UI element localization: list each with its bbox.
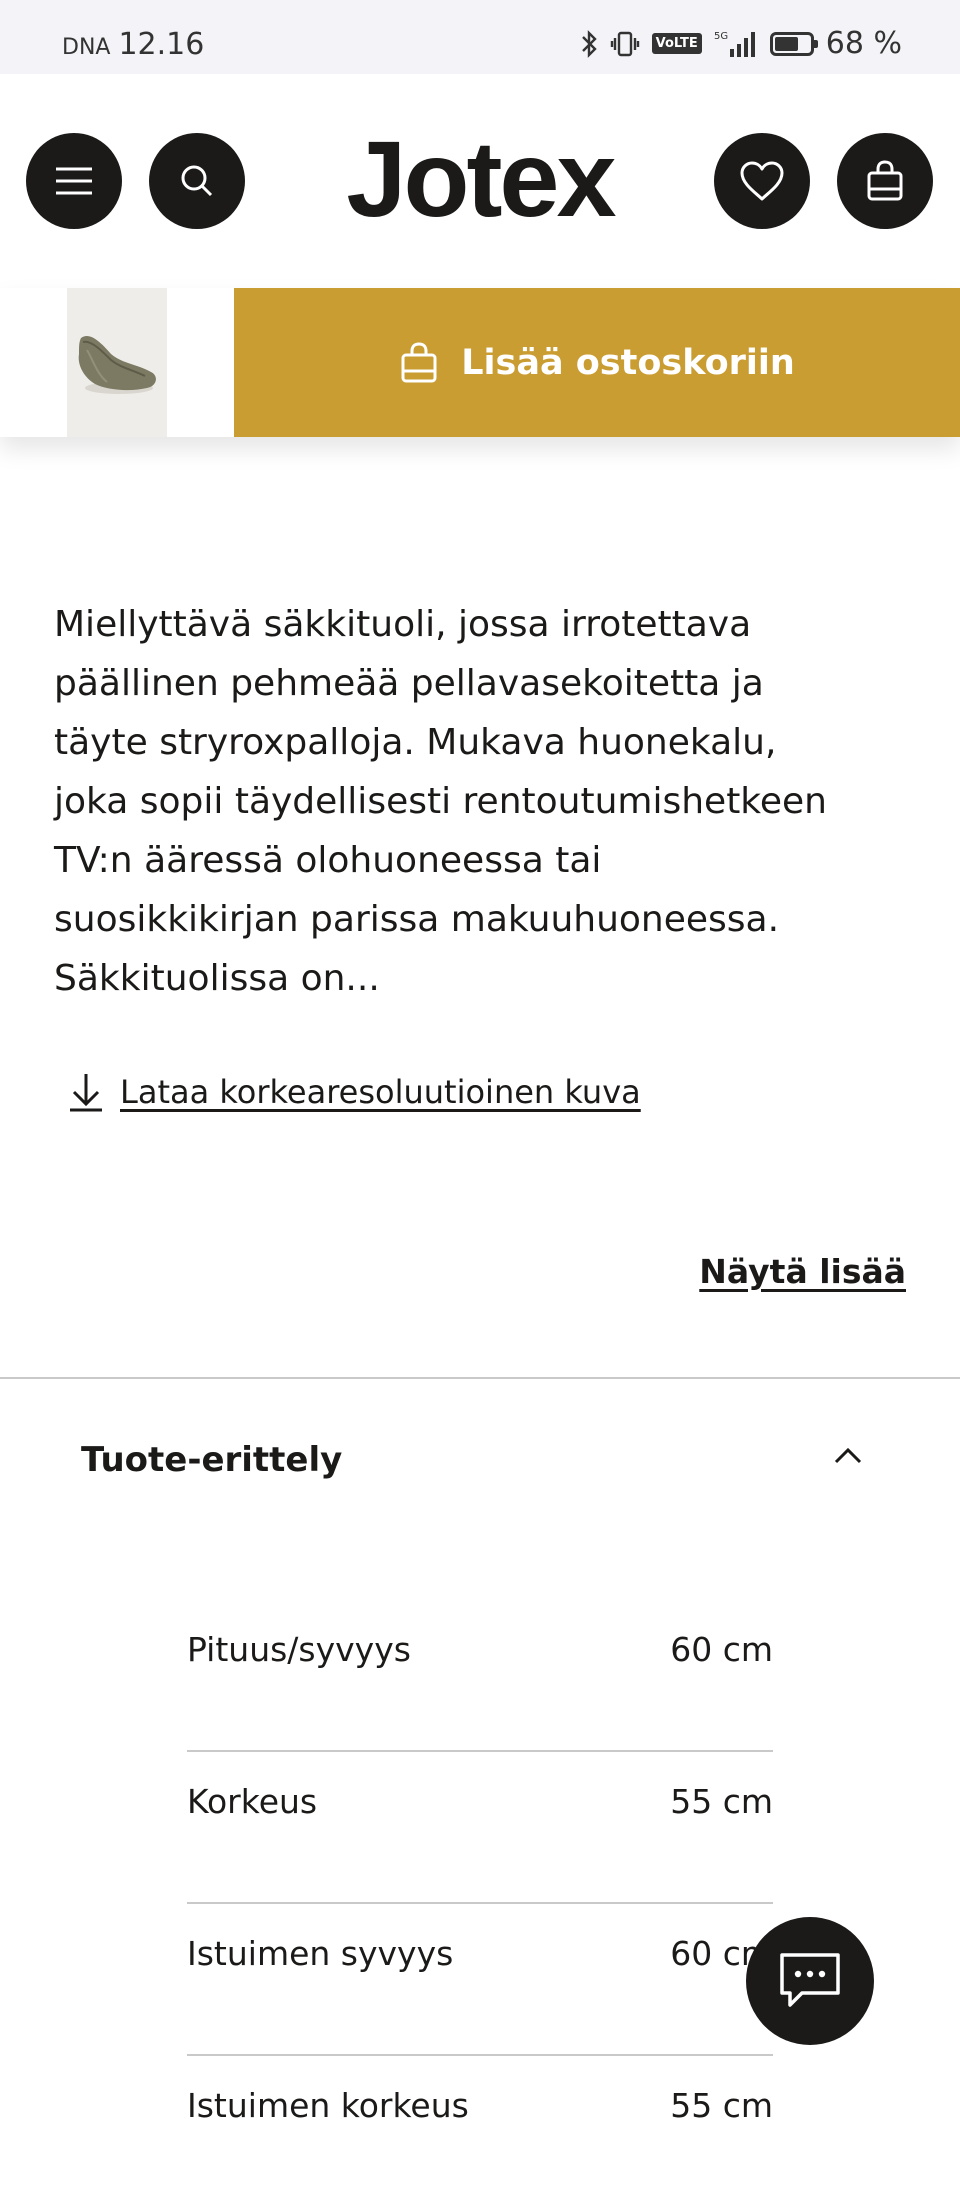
spec-value: 55 cm [670, 1782, 773, 1821]
status-left: DNA 12.16 [62, 27, 204, 62]
spec-row: Pituus/syvyys 60 cm [187, 1600, 773, 1752]
spec-label: Pituus/syvyys [187, 1630, 411, 1669]
spec-label: Istuimen korkeus [187, 2086, 469, 2125]
volte-icon: VoLTE [651, 33, 702, 54]
site-header: Jotex [0, 74, 960, 284]
battery-fill [774, 36, 798, 51]
spec-row: Istuimen syvyys 60 cm [187, 1904, 773, 2056]
show-more-link[interactable]: Näytä lisää [699, 1252, 906, 1291]
heart-icon [740, 161, 784, 201]
sticky-add-to-cart-bar: Lisää ostoskoriin [0, 288, 960, 437]
spec-label: Korkeus [187, 1782, 318, 1821]
download-image-label: Lataa korkearesoluutioinen kuva [120, 1073, 641, 1111]
add-to-cart-button[interactable]: Lisää ostoskoriin [234, 288, 960, 437]
status-bar: DNA 12.16 VoLTE 5G 68 % [0, 0, 960, 74]
spec-label: Istuimen syvyys [187, 1934, 454, 1973]
network-label: 5G [714, 31, 728, 42]
bean-bag-image [67, 288, 167, 437]
battery-icon [769, 31, 818, 56]
cart-button[interactable] [837, 133, 933, 229]
battery-percent: 68 % [825, 26, 902, 61]
chevron-up-icon [832, 1444, 864, 1472]
signal-icon: 5G [714, 29, 758, 59]
chat-icon [780, 1953, 840, 2007]
shopping-bag-icon [867, 160, 903, 201]
status-right: VoLTE 5G 68 % [580, 26, 902, 61]
product-description: Miellyttävä säkkituoli, jossa irrotettav… [54, 604, 827, 999]
chat-button[interactable] [746, 1917, 874, 2045]
vibrate-icon [610, 29, 640, 59]
jotex-logo[interactable]: Jotex [0, 114, 960, 244]
download-icon [70, 1074, 102, 1112]
download-image-link[interactable]: Lataa korkearesoluutioinen kuva [66, 1070, 641, 1114]
bluetooth-icon [580, 29, 598, 59]
clock: 12.16 [118, 27, 205, 62]
spec-row: Istuimen korkeus 55 cm [187, 2056, 773, 2208]
product-specs-accordion-header[interactable]: Tuote-erittely [0, 1400, 960, 1520]
specs-title: Tuote-erittely [81, 1440, 343, 1480]
add-to-cart-label: Lisää ostoskoriin [461, 342, 795, 383]
shopping-bag-icon [401, 341, 437, 382]
spec-row: Korkeus 55 cm [187, 1752, 773, 1904]
spec-value: 60 cm [670, 1630, 773, 1669]
section-divider [0, 1377, 960, 1379]
specs-table: Pituus/syvyys 60 cm Korkeus 55 cm Istuim… [187, 1600, 773, 2208]
carrier-label: DNA [62, 35, 111, 60]
spec-value: 55 cm [670, 2086, 773, 2125]
product-thumbnail[interactable] [67, 288, 167, 437]
favorites-button[interactable] [714, 133, 810, 229]
